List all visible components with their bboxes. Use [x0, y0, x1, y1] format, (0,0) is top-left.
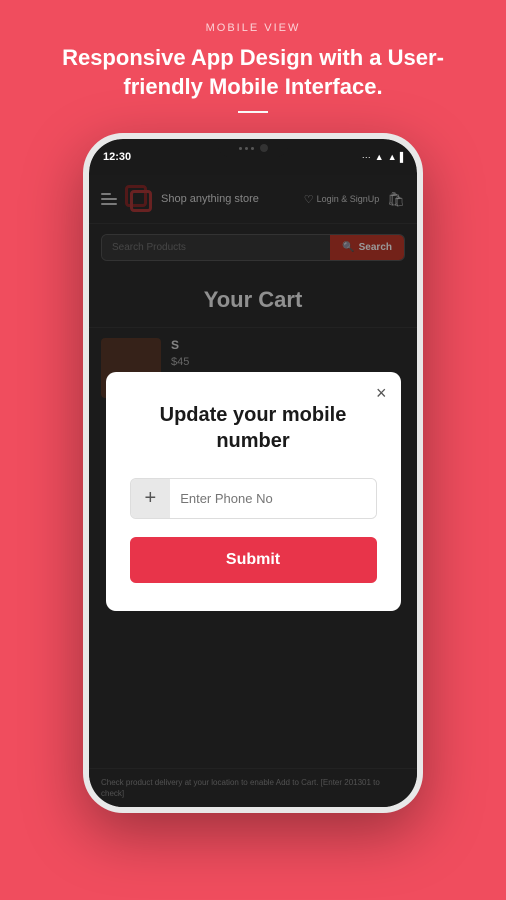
- phone-input-row: +: [130, 478, 377, 519]
- notch-dot-3: [251, 147, 254, 150]
- mobile-view-label: MOBILE VIEW: [40, 22, 466, 34]
- modal-box: × Update your mobile number + Submit: [106, 372, 401, 611]
- status-bar: 12:30 ··· ▲ ▲▐: [89, 139, 417, 175]
- status-icons: ··· ▲ ▲▐: [362, 152, 403, 162]
- notch-camera: [260, 144, 268, 152]
- header-section: MOBILE VIEW Responsive App Design with a…: [0, 0, 506, 133]
- notch-dot: [239, 147, 242, 150]
- status-time: 12:30: [103, 151, 131, 163]
- notch-dot-2: [245, 147, 248, 150]
- signal-bars-icon: ▲▐: [388, 152, 403, 162]
- wifi-icon: ▲: [375, 152, 384, 162]
- notch-dots: [239, 147, 254, 150]
- phone-frame: 12:30 ··· ▲ ▲▐: [83, 133, 423, 813]
- modal-close-button[interactable]: ×: [376, 384, 387, 402]
- submit-button[interactable]: Submit: [130, 537, 377, 583]
- headline: Responsive App Design with a User-friend…: [40, 44, 466, 101]
- modal-title: Update your mobile number: [130, 402, 377, 454]
- phone-prefix-button[interactable]: +: [131, 479, 171, 518]
- phone-content: Shop anything store ♡ Login & SignUp 🛍 🔍…: [89, 175, 417, 807]
- divider-line: [238, 111, 268, 113]
- modal-overlay: × Update your mobile number + Submit: [89, 175, 417, 807]
- notch: [218, 139, 288, 157]
- phone-number-input[interactable]: [170, 479, 375, 518]
- signal-icon: ···: [362, 152, 371, 162]
